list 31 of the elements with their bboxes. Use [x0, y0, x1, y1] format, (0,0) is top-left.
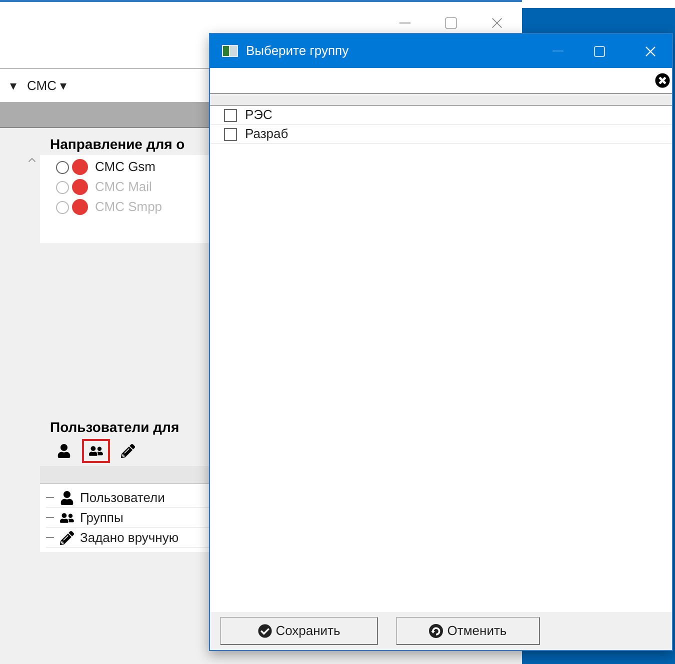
undo-icon	[429, 624, 444, 638]
tree-item-label[interactable]: Задано вручную	[80, 528, 179, 548]
section-heading: Направление для о	[50, 135, 185, 154]
user-icon	[57, 444, 71, 458]
checkbox[interactable]	[224, 128, 237, 140]
menu-item[interactable]: СМС ▾	[27, 76, 68, 96]
tree-item-label[interactable]: Пользователи	[80, 488, 165, 508]
users-icon	[60, 510, 74, 524]
group-label: РЭС	[245, 106, 272, 124]
group-label: Разраб	[245, 125, 288, 144]
search-field[interactable]	[210, 68, 672, 94]
toolbar-button[interactable]	[82, 439, 110, 463]
check-icon	[258, 624, 272, 638]
option-label: СМС Gsm	[95, 158, 156, 176]
save-button[interactable]: Сохранить	[220, 617, 378, 645]
window-icon	[222, 45, 238, 57]
cancel-button[interactable]: Отменить	[396, 617, 540, 645]
pencil-icon	[121, 444, 135, 458]
users-icon	[89, 444, 103, 458]
menu-item[interactable]: ▾	[10, 76, 17, 96]
clear-icon[interactable]	[655, 73, 670, 88]
option-label: СМС Smpp	[95, 198, 162, 216]
checkbox[interactable]	[224, 108, 237, 122]
option-label: СМС Mail	[95, 178, 152, 196]
section-heading: Пользователи для	[50, 418, 180, 437]
user-icon	[60, 490, 74, 504]
pencil-icon	[60, 530, 74, 544]
radio-button[interactable]	[56, 160, 69, 174]
dialog-title: Выберите группу	[246, 42, 349, 60]
maximize-icon[interactable]	[444, 16, 458, 30]
tree-item-label[interactable]: Группы	[80, 508, 124, 528]
